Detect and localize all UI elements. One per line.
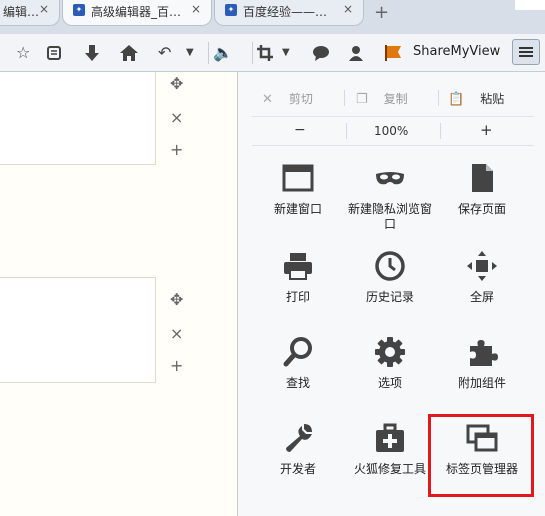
bookmark-star-icon[interactable]: ☆ [16, 42, 30, 64]
print-button[interactable]: 打印 [252, 250, 344, 330]
history-clock-icon [375, 251, 405, 281]
add-ons-button[interactable]: 附加组件 [436, 336, 528, 416]
site-favicon-icon: ✦ [225, 4, 237, 16]
open-menu-button[interactable] [512, 39, 540, 65]
menu-item-label: 新建窗口 [273, 202, 322, 216]
fullscreen-icon [467, 251, 497, 281]
cut-button[interactable]: ✕ 剪切 [262, 90, 313, 107]
window-corner [515, 0, 545, 10]
menu-item-label: 打印 [285, 290, 310, 304]
tab-title: 编辑… [3, 5, 40, 19]
options-button[interactable]: 选项 [344, 336, 436, 416]
tab-3[interactable]: ✦ 百度经验——… × [214, 0, 364, 26]
hamburger-icon-bar [519, 51, 533, 53]
gear-icon [375, 337, 405, 367]
new-private-window-button[interactable]: 新建隐私浏览窗口 [344, 162, 436, 242]
speaker-icon[interactable]: 🔈 [208, 42, 233, 64]
divider [440, 123, 441, 139]
puzzle-icon [470, 340, 498, 366]
tab-close-icon[interactable]: × [343, 2, 353, 16]
reading-list-icon[interactable] [46, 42, 62, 64]
move-handle-icon[interactable]: ✥ [170, 290, 183, 309]
zoom-reset-button[interactable]: 100% [374, 124, 408, 138]
repair-kit-icon [376, 423, 404, 452]
copy-button[interactable]: ❐ 复制 [356, 90, 408, 107]
tab-1[interactable]: 编辑… × [0, 0, 60, 26]
paste-button[interactable]: 📋 粘贴 [448, 90, 504, 107]
find-button[interactable]: 查找 [252, 336, 344, 416]
menu-item-label: 保存页面 [457, 202, 506, 216]
save-page-button[interactable]: 保存页面 [436, 162, 528, 242]
remove-block-icon[interactable]: × [170, 324, 183, 343]
add-block-icon[interactable]: + [170, 140, 183, 159]
window-icon [282, 164, 314, 192]
history-button[interactable]: 历史记录 [344, 250, 436, 330]
remove-block-icon[interactable]: × [170, 108, 183, 127]
menu-item-label: 火狐修复工具 [353, 462, 426, 476]
download-arrow-icon[interactable] [84, 42, 100, 64]
magnifier-icon [283, 337, 312, 367]
menu-item-label: 开发者 [279, 462, 316, 476]
user-icon[interactable] [348, 42, 364, 64]
new-tab-button[interactable]: + [374, 2, 389, 23]
tab-close-icon[interactable]: × [191, 2, 201, 16]
copy-icon: ❐ [356, 92, 368, 107]
content-block [0, 72, 156, 165]
tab-close-icon[interactable]: × [39, 2, 49, 16]
move-handle-icon[interactable]: ✥ [170, 74, 183, 93]
site-favicon-icon: ✦ [73, 4, 85, 16]
cut-label: 剪切 [288, 92, 313, 106]
divider [344, 90, 345, 106]
copy-label: 复制 [383, 92, 408, 106]
highlight-box [428, 414, 534, 497]
sharemyview-label[interactable]: ShareMyView [413, 44, 500, 59]
firefox-repair-tool-button[interactable]: 火狐修复工具 [344, 422, 436, 502]
menu-item-label: 全屏 [469, 290, 494, 304]
menu-item-label: 选项 [377, 376, 402, 390]
chat-bubble-icon[interactable] [312, 42, 330, 64]
navigation-toolbar: ☆ ↶ ▼ 🔈 ▼ ShareMyView [0, 34, 545, 72]
printer-icon [284, 253, 312, 280]
menu-item-label: 新建隐私浏览窗口 [347, 202, 432, 231]
menu-item-label: 查找 [285, 376, 310, 390]
menu-item-label: 历史记录 [365, 290, 414, 304]
private-mask-icon [376, 172, 404, 185]
dropdown-arrow-icon[interactable]: ▼ [186, 42, 194, 64]
add-block-icon[interactable]: + [170, 356, 183, 375]
dropdown-arrow-icon[interactable]: ▼ [282, 42, 290, 64]
developer-button[interactable]: 开发者 [252, 422, 344, 502]
sharemyview-icon[interactable] [384, 42, 404, 64]
fullscreen-button[interactable]: 全屏 [436, 250, 528, 330]
divider [346, 123, 347, 139]
tab-strip: 编辑… × ✦ 高级编辑器_百… × ✦ 百度经验——… × + [0, 0, 545, 34]
tab-2[interactable]: ✦ 高级编辑器_百… × [62, 0, 212, 26]
hamburger-icon [519, 47, 533, 49]
divider [438, 90, 439, 106]
hamburger-icon-bar [519, 55, 533, 57]
zoom-controls: − 100% + [252, 116, 534, 146]
wrench-icon [286, 424, 312, 452]
crop-icon[interactable] [252, 42, 273, 64]
edit-controls: ✕ 剪切 ❐ 复制 📋 粘贴 [252, 84, 534, 112]
zoom-out-button[interactable]: − [294, 122, 306, 138]
clipboard-icon: 📋 [448, 92, 465, 107]
scissors-icon: ✕ [262, 92, 273, 107]
tab-title: 百度经验——… [243, 5, 328, 19]
content-block [0, 277, 156, 383]
zoom-in-button[interactable]: + [480, 121, 493, 139]
paste-label: 粘贴 [480, 92, 505, 106]
menu-item-label: 附加组件 [457, 376, 506, 390]
save-page-icon [472, 164, 493, 192]
undo-arrow-icon[interactable]: ↶ [158, 42, 171, 64]
home-icon[interactable] [120, 42, 138, 64]
tab-title: 高级编辑器_百… [91, 5, 182, 19]
new-window-button[interactable]: 新建窗口 [252, 162, 344, 242]
